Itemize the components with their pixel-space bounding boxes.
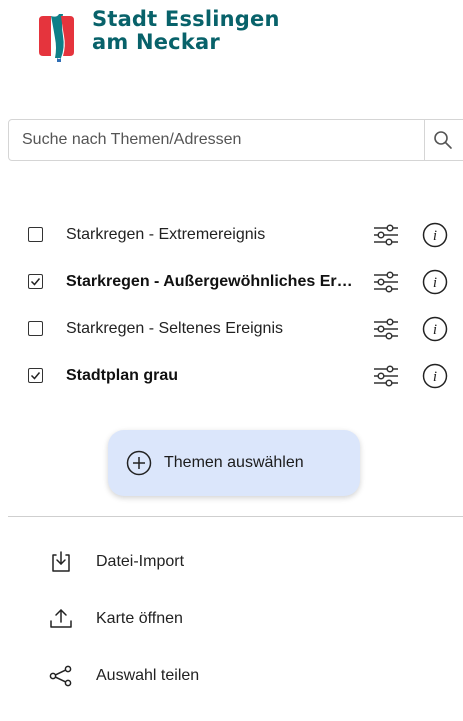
svg-text:i: i: [433, 322, 437, 338]
logo-line1: Stadt Esslingen: [92, 7, 280, 31]
search-input[interactable]: [9, 120, 424, 160]
layer-checkbox-checked[interactable]: [28, 274, 43, 289]
share-selection-action[interactable]: Auswahl teilen: [0, 647, 463, 704]
layer-row: Starkregen - Außergewöhnliches Ereignis: [0, 258, 463, 305]
layer-label[interactable]: Stadtplan grau: [66, 367, 178, 385]
layer-label[interactable]: Starkregen - Extremereignis: [66, 226, 265, 244]
layer-list: Starkregen - Extremereignis i Starkregen…: [0, 211, 463, 399]
share-icon: [48, 663, 74, 689]
layer-checkbox[interactable]: [28, 227, 43, 242]
file-import-icon: [48, 549, 74, 575]
layer-settings-icon[interactable]: [373, 316, 399, 342]
city-logo-text: Stadt Esslingen am Neckar: [92, 8, 280, 54]
divider: [8, 516, 463, 517]
city-logo[interactable]: Stadt Esslingen am Neckar: [37, 8, 280, 62]
layer-checkbox-checked[interactable]: [28, 368, 43, 383]
open-map-action[interactable]: Karte öffnen: [0, 590, 463, 647]
layer-settings-icon[interactable]: [373, 269, 399, 295]
layer-row: Starkregen - Extremereignis i: [0, 211, 463, 258]
svg-text:i: i: [433, 275, 437, 291]
action-list: Datei-Import Karte öffnen Auswahl teilen: [0, 533, 463, 704]
city-logo-mark: [37, 10, 75, 62]
search-button[interactable]: [424, 120, 461, 160]
layer-info-icon[interactable]: i: [422, 316, 448, 342]
search-box: [8, 119, 463, 161]
upload-icon: [48, 606, 74, 632]
svg-text:i: i: [433, 369, 437, 385]
layer-row: Stadtplan grau i: [0, 352, 463, 399]
file-import-action[interactable]: Datei-Import: [0, 533, 463, 590]
select-themes-button[interactable]: Themen auswählen: [108, 430, 360, 496]
share-selection-label: Auswahl teilen: [96, 666, 200, 684]
layer-info-icon[interactable]: i: [422, 269, 448, 295]
logo-line2: am Neckar: [92, 30, 220, 54]
layer-label[interactable]: Starkregen - Außergewöhnliches Ereignis: [66, 273, 358, 291]
open-map-label: Karte öffnen: [96, 609, 183, 627]
svg-text:i: i: [433, 228, 437, 244]
layer-settings-icon[interactable]: [373, 363, 399, 389]
layer-info-icon[interactable]: i: [422, 222, 448, 248]
search-icon: [434, 131, 452, 149]
layer-info-icon[interactable]: i: [422, 363, 448, 389]
layer-panel: Stadt Esslingen am Neckar Starkregen - E…: [0, 0, 463, 721]
layer-checkbox[interactable]: [28, 321, 43, 336]
layer-label[interactable]: Starkregen - Seltenes Ereignis: [66, 320, 283, 338]
layer-row: Starkregen - Seltenes Ereignis i: [0, 305, 463, 352]
file-import-label: Datei-Import: [96, 552, 185, 570]
select-themes-label: Themen auswählen: [164, 454, 304, 471]
layer-settings-icon[interactable]: [373, 222, 399, 248]
plus-circle-icon: [126, 450, 152, 476]
